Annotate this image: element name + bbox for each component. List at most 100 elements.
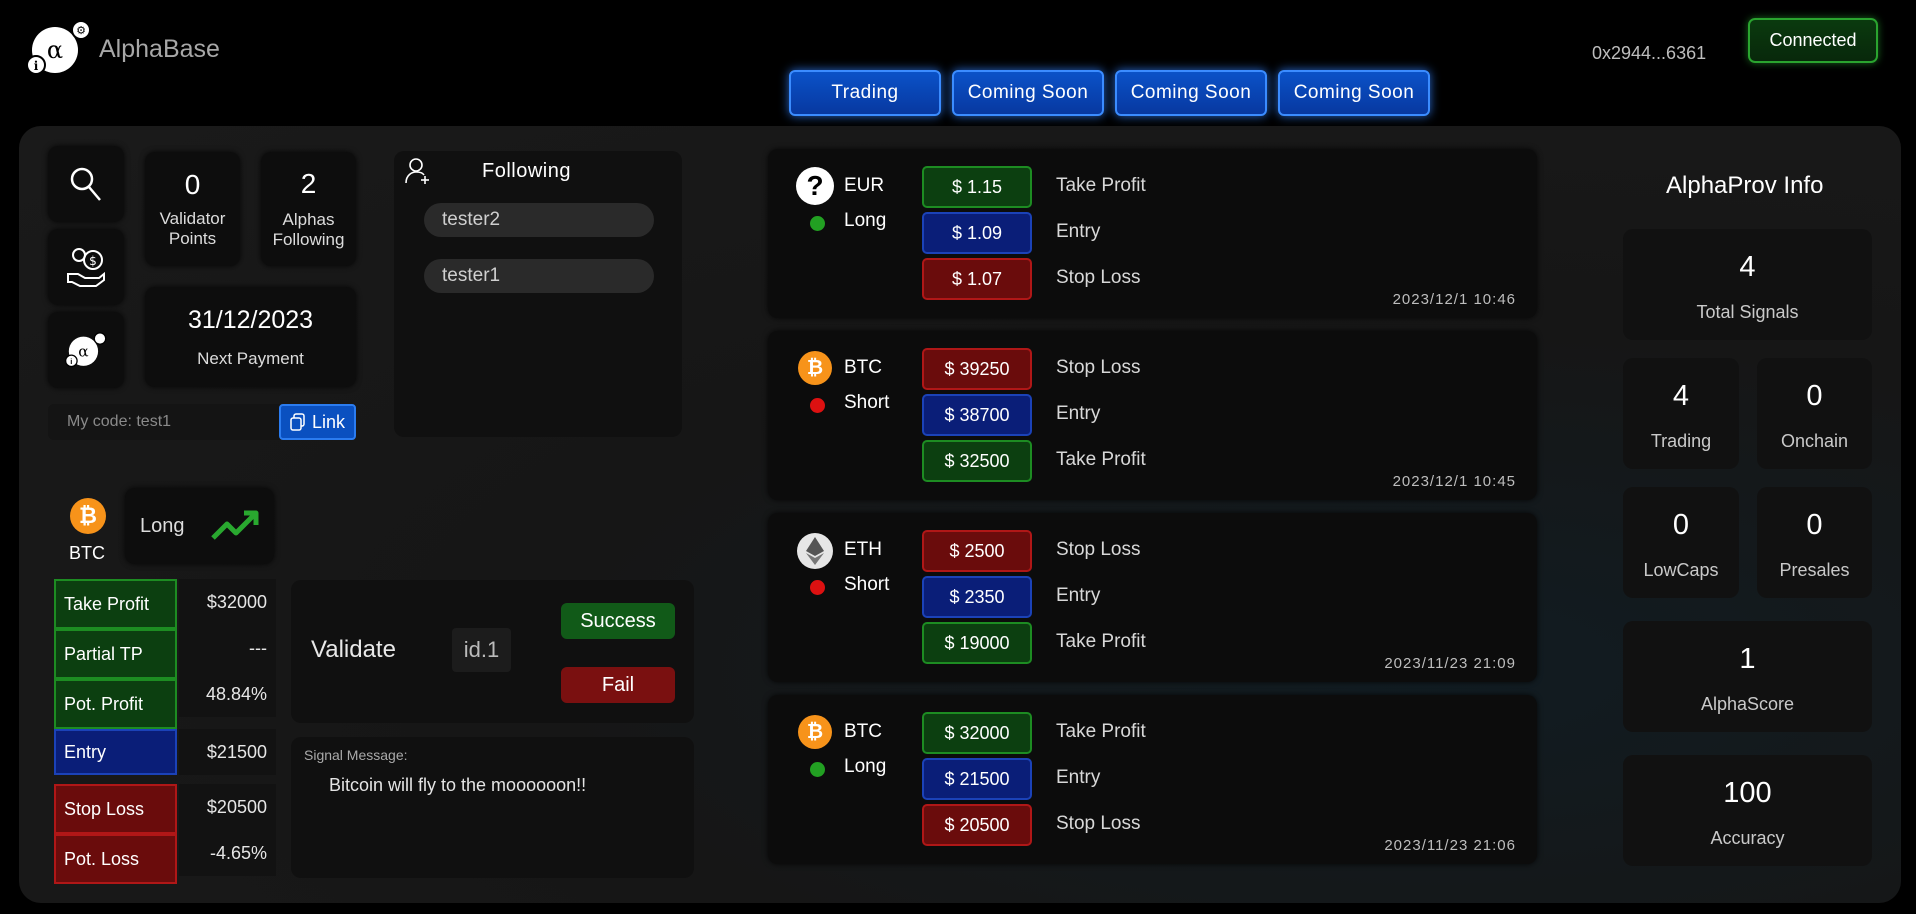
add-user-icon[interactable]	[405, 157, 431, 185]
signal-id: id.1	[452, 628, 511, 672]
validate-title: Validate	[311, 636, 396, 663]
presales-value: 0	[1806, 509, 1823, 541]
pot-profit-label: Pot. Profit	[54, 679, 177, 729]
price-pill: $ 2350	[922, 576, 1032, 618]
signal-card[interactable]: ? EUR Long $ 1.15 Take Profit $ 1.09 Entry $ 1.…	[768, 149, 1537, 318]
pot-profit-value: 48.84%	[179, 671, 276, 717]
following-user-tester1[interactable]: tester1	[424, 259, 654, 293]
alphas-following-label-1: Alphas	[282, 210, 335, 229]
payment-button[interactable]: $	[48, 229, 124, 305]
take-profit-label: Take Profit	[54, 579, 177, 629]
profit-values: $32000 --- 48.84%	[179, 579, 276, 717]
price-label: Take Profit	[1056, 175, 1146, 196]
alpha-button[interactable]: αi	[48, 312, 124, 388]
next-payment-date: 31/12/2023	[187, 305, 314, 334]
pot-loss-label: Pot. Loss	[54, 834, 177, 884]
price-pill: $ 19000	[922, 622, 1032, 664]
signal-timestamp: 2023/11/23 21:06	[1384, 837, 1516, 854]
search-button[interactable]	[48, 146, 124, 222]
fail-button[interactable]: Fail	[561, 667, 675, 703]
next-payment-card: 31/12/2023 Next Payment	[145, 287, 356, 387]
link-button[interactable]: Link	[279, 404, 356, 440]
alphas-following-card: 2 Alphas Following	[261, 152, 356, 266]
price-label: Take Profit	[1056, 631, 1146, 652]
price-label: Stop Loss	[1056, 267, 1141, 288]
signal-direction: Short	[844, 392, 890, 413]
svg-text:α: α	[78, 342, 88, 360]
svg-text:i: i	[34, 59, 39, 73]
signal-message-label: Signal Message:	[304, 747, 408, 763]
question-icon: ?	[796, 167, 834, 205]
ethereum-icon	[797, 533, 833, 569]
signal-card[interactable]: ₿ BTC Short $ 39250 Stop Loss $ 38700 Entry $ 3…	[768, 331, 1537, 500]
accuracy-label: Accuracy	[1710, 828, 1785, 848]
validator-points-label-1: Validator	[159, 209, 226, 228]
nav-coming-soon-2[interactable]: Coming Soon	[1115, 70, 1267, 116]
price-label: Entry	[1056, 585, 1101, 606]
info-title: AlphaProv Info	[1666, 172, 1824, 199]
svg-text:α: α	[47, 36, 63, 64]
success-button[interactable]: Success	[561, 603, 675, 639]
total-signals-card: 4 Total Signals	[1623, 229, 1872, 340]
nav-coming-soon-3[interactable]: Coming Soon	[1278, 70, 1430, 116]
lowcaps-value: 0	[1672, 509, 1690, 541]
trading-value: 4	[1672, 380, 1690, 412]
alpha-logo-icon: αi	[65, 332, 107, 368]
price-label: Take Profit	[1056, 721, 1146, 742]
detail-direction: Long	[140, 515, 185, 537]
signal-direction: Long	[844, 756, 887, 777]
search-icon	[70, 167, 101, 201]
signal-message-text: Bitcoin will fly to the moooooon!!	[329, 775, 587, 795]
validator-points-label-2: Points	[168, 229, 217, 248]
referral-code-input[interactable]: My code: test1	[48, 404, 280, 440]
alphas-following-value: 2	[300, 168, 317, 199]
stop-loss-value: $20500	[179, 784, 276, 830]
lowcaps-card: 0 LowCaps	[1623, 487, 1739, 598]
presales-card: 0 Presales	[1757, 487, 1872, 598]
signal-timestamp: 2023/12/1 10:46	[1392, 291, 1516, 308]
entry-label: Entry	[54, 729, 177, 775]
price-label: Stop Loss	[1056, 357, 1141, 378]
price-label: Entry	[1056, 767, 1101, 788]
link-label: Link	[311, 411, 346, 432]
signal-coin: BTC	[844, 721, 882, 742]
validator-points-value: 0	[184, 169, 201, 200]
price-pill: $ 1.09	[922, 212, 1032, 254]
nav-trading[interactable]: Trading	[789, 70, 941, 116]
signal-direction: Short	[844, 574, 890, 595]
alphascore-label: AlphaScore	[1700, 694, 1795, 714]
direction-dot	[810, 762, 825, 777]
price-label: Stop Loss	[1056, 539, 1141, 560]
signal-direction: Long	[844, 210, 887, 231]
direction-dot	[810, 216, 825, 231]
stop-loss-label: Stop Loss	[54, 784, 177, 834]
connected-button[interactable]: Connected	[1748, 18, 1878, 63]
entry-value: $21500	[179, 729, 276, 775]
bitcoin-icon: ₿	[798, 715, 832, 749]
lowcaps-label: LowCaps	[1643, 560, 1719, 580]
signal-card[interactable]: ₿ BTC Long $ 32000 Take Profit $ 21500 Entry $ …	[768, 695, 1537, 864]
app-logo: α ⚙ i	[26, 20, 92, 76]
nav-coming-soon-1[interactable]: Coming Soon	[952, 70, 1104, 116]
price-label: Stop Loss	[1056, 813, 1141, 834]
partial-tp-label: Partial TP	[54, 629, 177, 679]
following-user-tester2[interactable]: tester2	[424, 203, 654, 237]
next-payment-label: Next Payment	[197, 348, 304, 368]
price-pill: $ 21500	[922, 758, 1032, 800]
presales-label: Presales	[1779, 560, 1850, 580]
signal-coin: EUR	[844, 175, 885, 196]
signal-timestamp: 2023/11/23 21:09	[1384, 655, 1516, 672]
accuracy-value: 100	[1723, 777, 1772, 809]
price-pill: $ 1.07	[922, 258, 1032, 300]
total-signals-label: Total Signals	[1696, 302, 1799, 322]
partial-tp-value: ---	[179, 625, 276, 671]
direction-dot	[810, 580, 825, 595]
following-title: Following	[482, 160, 571, 182]
price-pill: $ 2500	[922, 530, 1032, 572]
signal-card[interactable]: ETH Short $ 2500 Stop Loss $ 2350 Entry $ 1900…	[768, 513, 1537, 682]
total-signals-value: 4	[1739, 251, 1756, 283]
signal-coin: BTC	[844, 357, 882, 378]
alphascore-card: 1 AlphaScore	[1623, 621, 1872, 732]
pot-loss-value: -4.65%	[179, 830, 276, 876]
signal-timestamp: 2023/12/1 10:45	[1392, 473, 1516, 490]
